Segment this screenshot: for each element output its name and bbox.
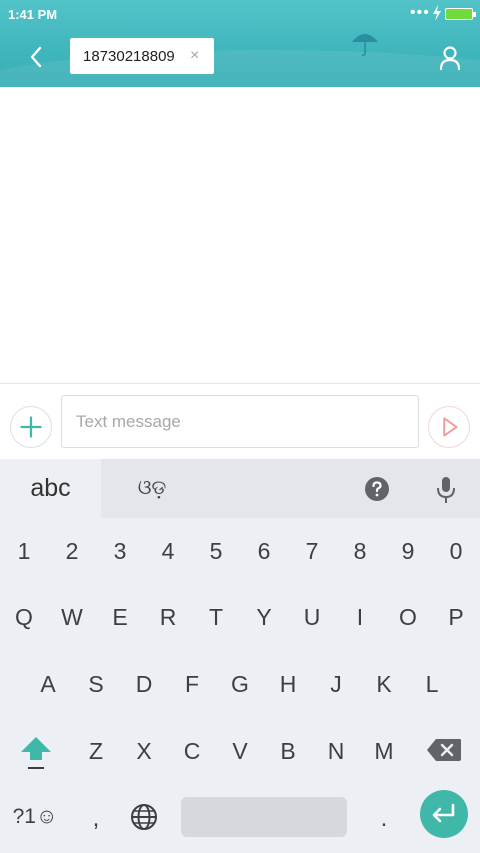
key-n[interactable]: N — [312, 723, 360, 779]
back-button[interactable] — [24, 44, 50, 70]
recipient-number: 18730218809 — [83, 48, 175, 65]
status-time: 1:41 PM — [8, 7, 58, 22]
key-e[interactable]: E — [96, 589, 144, 645]
message-input[interactable] — [61, 395, 419, 448]
key-i[interactable]: I — [336, 589, 384, 645]
key-v[interactable]: V — [216, 723, 264, 779]
space-key[interactable] — [181, 797, 347, 837]
keyboard-toolbar: abc ଓଡ଼ — [0, 459, 480, 518]
key-b[interactable]: B — [264, 723, 312, 779]
charging-bolt-icon — [433, 5, 441, 21]
soft-keyboard: abc ଓଡ଼ 1 2 3 4 5 6 7 8 9 0 Q W E R T Y … — [0, 459, 480, 853]
key-d[interactable]: D — [120, 656, 168, 712]
more-notifications-icon: ••• — [410, 4, 430, 21]
conversation-header: 1:41 PM ••• 18730218809 × — [0, 0, 480, 87]
period-key[interactable]: . — [364, 791, 404, 847]
message-composer — [0, 383, 480, 459]
key-5[interactable]: 5 — [192, 523, 240, 579]
contact-button[interactable] — [436, 44, 464, 72]
key-w[interactable]: W — [48, 589, 96, 645]
status-bar: 1:41 PM ••• — [0, 0, 480, 28]
recipient-chip[interactable]: 18730218809 × — [70, 38, 214, 74]
microphone-icon[interactable] — [434, 475, 458, 505]
key-f[interactable]: F — [168, 656, 216, 712]
key-j[interactable]: J — [312, 656, 360, 712]
key-t[interactable]: T — [192, 589, 240, 645]
key-s[interactable]: S — [72, 656, 120, 712]
key-9[interactable]: 9 — [384, 523, 432, 579]
key-2[interactable]: 2 — [48, 523, 96, 579]
key-3[interactable]: 3 — [96, 523, 144, 579]
key-8[interactable]: 8 — [336, 523, 384, 579]
key-p[interactable]: P — [432, 589, 480, 645]
key-7[interactable]: 7 — [288, 523, 336, 579]
globe-icon[interactable] — [129, 802, 159, 832]
umbrella-icon — [352, 34, 378, 57]
key-x[interactable]: X — [120, 723, 168, 779]
remove-recipient-button[interactable]: × — [190, 47, 199, 65]
key-r[interactable]: R — [144, 589, 192, 645]
key-q[interactable]: Q — [0, 589, 48, 645]
comma-key[interactable]: , — [76, 791, 116, 847]
help-icon[interactable] — [364, 476, 390, 502]
key-z[interactable]: Z — [72, 723, 120, 779]
send-button[interactable] — [428, 406, 470, 448]
add-attachment-button[interactable] — [10, 406, 52, 448]
key-y[interactable]: Y — [240, 589, 288, 645]
key-g[interactable]: G — [216, 656, 264, 712]
key-c[interactable]: C — [168, 723, 216, 779]
key-1[interactable]: 1 — [0, 523, 48, 579]
key-0[interactable]: 0 — [432, 523, 480, 579]
key-m[interactable]: M — [360, 723, 408, 779]
key-k[interactable]: K — [360, 656, 408, 712]
key-h[interactable]: H — [264, 656, 312, 712]
backspace-key[interactable] — [426, 738, 462, 762]
key-o[interactable]: O — [384, 589, 432, 645]
key-6[interactable]: 6 — [240, 523, 288, 579]
symbols-key[interactable]: ?1☺ — [6, 789, 64, 845]
key-l[interactable]: L — [408, 656, 456, 712]
keyboard-tab-abc[interactable]: abc — [0, 459, 101, 518]
shift-key[interactable] — [18, 733, 54, 773]
enter-key[interactable] — [420, 790, 468, 838]
key-u[interactable]: U — [288, 589, 336, 645]
key-a[interactable]: A — [24, 656, 72, 712]
message-list[interactable] — [0, 87, 480, 383]
battery-icon — [445, 8, 476, 20]
key-4[interactable]: 4 — [144, 523, 192, 579]
keyboard-tab-odia[interactable]: ଓଡ଼ — [132, 459, 172, 518]
